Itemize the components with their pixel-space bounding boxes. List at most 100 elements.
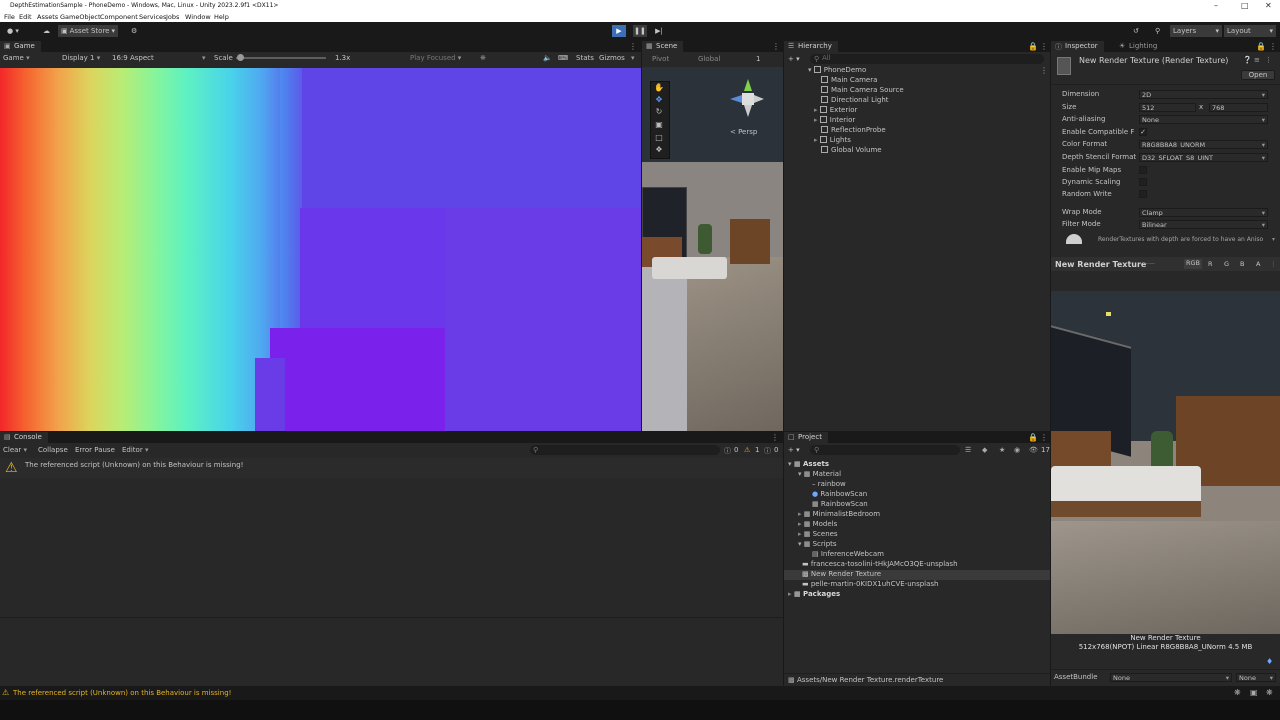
hierarchy-root[interactable]: ▾ PhoneDemo [808,66,866,76]
stats-button[interactable]: Stats [576,54,594,62]
game-mode-dropdown[interactable]: Game [3,54,30,62]
add-icon[interactable]: + ▾ [788,446,800,454]
depth-stencil-dropdown[interactable]: D32_SFLOAT_S8_UINT [1139,153,1268,162]
project-item-minimalistbedroom[interactable]: ▸ ▦ MinimalistBedroom [798,510,880,520]
console-log-entry[interactable]: ⚠ The referenced script (Unknown) on thi… [0,458,783,478]
play-focused-dropdown[interactable]: Play Focused [410,54,461,62]
error-count-icon[interactable]: ⓘ [764,446,771,456]
project-item-scripts[interactable]: ▾ ▦ Scripts [798,540,837,550]
transform-tool-icon[interactable]: ❖ [652,145,666,157]
tab-console[interactable]: ▤ Console [0,432,48,443]
project-item-material[interactable]: ▾ ▦ Material [798,470,841,480]
perspective-label[interactable]: < Persp [730,128,757,136]
step-button[interactable]: ▶| [652,25,666,37]
lock-icon[interactable]: 🔒 [1028,42,1038,51]
drag-handle[interactable]: —— [1143,260,1155,267]
aspect-dropdown[interactable]: 16:9 Aspect [112,54,154,62]
search-icon[interactable]: ⚲ [1152,25,1163,37]
tab-lighting[interactable]: ☀ Lighting [1115,41,1164,52]
play-button[interactable]: ▶ [612,25,626,37]
info-count-icon[interactable]: ⓘ [724,446,731,456]
mip-maps-checkbox[interactable] [1139,166,1147,174]
tab-inspector[interactable]: ⓘ Inspector [1051,41,1104,52]
project-item-inferencewebcam[interactable]: ▤ InferenceWebcam [812,550,884,560]
hierarchy-item-main-camera-source[interactable]: Main Camera Source [821,86,904,96]
hierarchy-item-lights[interactable]: ▸ Lights [814,136,851,146]
channel-b-button[interactable]: B [1240,260,1244,268]
random-write-checkbox[interactable] [1139,190,1147,198]
lock-icon[interactable]: 🔒 [1256,42,1266,51]
cloud-icon[interactable]: ☁ [40,25,53,37]
maximize-icon[interactable]: □ [1241,1,1249,10]
project-item-francesca-image[interactable]: ▬ francesca-tosolini-tHkJAMcO3QE-unsplas… [802,560,958,570]
kebab-menu-icon[interactable]: ⋮ [1040,66,1048,75]
minimize-icon[interactable]: – [1214,1,1218,10]
visibility-icon[interactable]: 👁 [1029,446,1038,454]
menu-file[interactable]: File [4,13,15,21]
channel-r-button[interactable]: R [1208,260,1213,268]
progress-icon[interactable]: ❋ [1234,688,1241,697]
display-dropdown[interactable]: Display 1 [62,54,100,62]
clear-button[interactable]: Clear [3,446,27,454]
project-item-rainbowscan-material[interactable]: ● RainbowScan [812,490,867,500]
collapse-button[interactable]: Collapse [38,446,68,454]
project-item-pelle-image[interactable]: ▬ pelle-martin-0KIDX1uhCVE-unsplash [802,580,938,590]
project-item-scenes[interactable]: ▸ ▦ Scenes [798,530,838,540]
scale-slider[interactable] [236,57,326,59]
kebab-menu-icon[interactable]: ⋮ [772,42,780,51]
warning-count-icon[interactable]: ⚠ [744,446,750,454]
project-assets-folder[interactable]: ▾ ▦ Assets [788,460,829,470]
hierarchy-item-reflection-probe[interactable]: ReflectionProbe [821,126,886,136]
kebab-menu-icon[interactable]: ⋮ [1040,42,1048,51]
scale-tool-icon[interactable]: ▣ [652,120,666,132]
menu-component[interactable]: Component [100,13,138,21]
scene-gizmo-icon[interactable] [728,77,764,121]
rotate-tool-icon[interactable]: ↻ [652,107,666,119]
hierarchy-item-directional-light[interactable]: Directional Light [821,96,889,106]
menu-help[interactable]: Help [214,13,229,21]
size-height-field[interactable]: 768 [1209,103,1268,112]
hierarchy-item-interior[interactable]: ▸ Interior [814,116,855,126]
favorite-icon[interactable]: ★ [999,446,1005,454]
gizmos-button[interactable]: Gizmos [599,54,625,62]
project-search-input[interactable] [810,445,960,455]
project-packages-folder[interactable]: ▸ ▦ Packages [788,590,840,600]
account-icon[interactable]: ● ▾ [4,25,22,37]
asset-store-button[interactable]: ▣ Asset Store ▾ [58,25,119,37]
wrap-mode-dropdown[interactable]: Clamp [1139,208,1268,217]
search-by-type-icon[interactable]: ☰ [965,446,971,454]
color-format-dropdown[interactable]: R8G8B8A8_UNORM [1139,140,1268,149]
close-icon[interactable]: ✕ [1265,1,1272,10]
kebab-menu-icon[interactable]: ⋮ [1040,433,1048,442]
channel-a-button[interactable]: A [1256,260,1260,268]
menu-gameobject[interactable]: GameObject [60,13,101,21]
tab-project[interactable]: □ Project [784,432,828,443]
dynamic-scaling-checkbox[interactable] [1139,178,1147,186]
tab-game[interactable]: ▣ Game [0,41,41,52]
error-pause-button[interactable]: Error Pause [75,446,115,454]
layout-dropdown[interactable]: Layout ▾ [1224,25,1276,37]
assetbundle-dropdown[interactable]: None [1110,673,1232,682]
tag-icon[interactable]: ♦ [1266,657,1273,666]
settings-icon[interactable]: ⚙ [128,25,140,37]
kebab-menu-icon[interactable]: ⋮ [1269,42,1277,51]
global-dropdown[interactable]: Global [698,55,720,63]
search-by-label-icon[interactable]: ◆ [982,446,987,454]
menu-jobs[interactable]: Jobs [166,13,179,21]
add-icon[interactable]: + ▾ [788,55,800,63]
debug-icon[interactable]: ❋ [1266,688,1273,697]
menu-services[interactable]: Services [139,13,166,21]
menu-edit[interactable]: Edit [19,13,32,21]
cache-icon[interactable]: ▣ [1250,688,1258,697]
editor-dropdown[interactable]: Editor [122,446,148,454]
channel-g-button[interactable]: G [1224,260,1229,268]
anti-aliasing-dropdown[interactable]: None [1139,115,1268,124]
rect-tool-icon[interactable]: □ [652,133,666,145]
dimension-dropdown[interactable]: 2D [1139,90,1268,99]
layers-dropdown[interactable]: Layers ▾ [1170,25,1222,37]
project-item-rainbow[interactable]: – rainbow [812,480,846,490]
compatible-format-checkbox[interactable]: ✓ [1139,128,1147,136]
open-button[interactable]: Open [1241,70,1275,80]
grid-snap-value[interactable]: 1 [756,55,760,63]
mute-audio-icon[interactable]: 🔈 [543,54,552,62]
